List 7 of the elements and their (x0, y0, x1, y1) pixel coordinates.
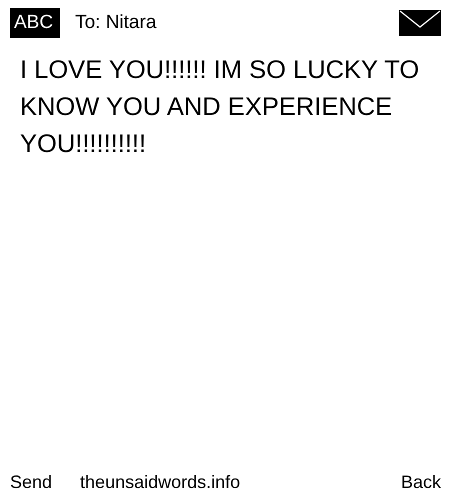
input-mode-badge: ABC (10, 8, 60, 38)
send-softkey[interactable]: Send (10, 472, 52, 492)
recipient-label: To: Nitara (75, 12, 158, 34)
website-label: theunsaidwords.info (80, 472, 240, 492)
envelope-icon (399, 10, 441, 36)
message-text: I LOVE YOU!!!!!! IM SO LUCKY TO KNOW YOU AND EXPERIENCE YOU!!!!!!!!!! (19, 55, 420, 160)
back-softkey[interactable]: Back (400, 472, 441, 492)
